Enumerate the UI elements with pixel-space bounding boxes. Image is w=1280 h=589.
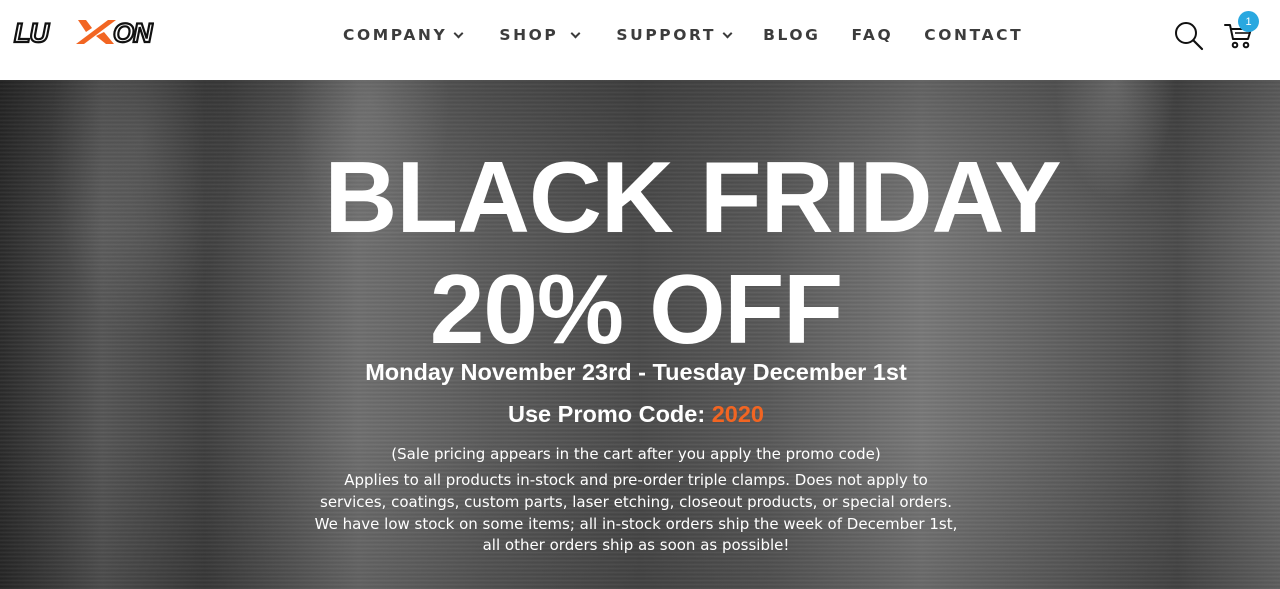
promo-label: Use Promo Code: bbox=[508, 401, 712, 427]
pricing-note: (Sale pricing appears in the cart after … bbox=[391, 445, 881, 463]
promo-line: Use Promo Code: 2020 bbox=[0, 401, 1272, 428]
luxon-logo[interactable]: LU ON bbox=[12, 18, 154, 54]
search-button[interactable] bbox=[1174, 21, 1204, 51]
nav-support-label: SUPPORT bbox=[616, 26, 717, 44]
cart-count-badge[interactable]: 1 bbox=[1238, 11, 1259, 32]
main-nav: COMPANY SHOP SUPPORT BLOG FAQ CONTACT bbox=[343, 0, 1023, 70]
hero-discount: 20% OFF bbox=[429, 254, 843, 364]
nav-contact[interactable]: CONTACT bbox=[924, 26, 1023, 44]
nav-shop-label: SHOP bbox=[499, 26, 559, 44]
nav-support[interactable]: SUPPORT bbox=[616, 26, 733, 44]
nav-blog[interactable]: BLOG bbox=[763, 26, 820, 44]
svg-text:ON: ON bbox=[113, 18, 153, 48]
chevron-down-icon bbox=[453, 28, 464, 38]
svg-text:LU: LU bbox=[14, 18, 50, 48]
black-friday-hero: BLACK FRIDAY 20% OFF Monday November 23r… bbox=[0, 80, 1280, 589]
luxon-logo-mark: LU ON bbox=[13, 18, 154, 49]
sale-details: Applies to all products in-stock and pre… bbox=[314, 471, 958, 555]
nav-blog-label: BLOG bbox=[763, 26, 821, 44]
nav-faq[interactable]: FAQ bbox=[852, 26, 894, 44]
nav-company[interactable]: COMPANY bbox=[343, 26, 464, 44]
nav-faq-label: FAQ bbox=[851, 26, 894, 44]
chevron-down-icon bbox=[570, 28, 581, 38]
sale-dates: Monday November 23rd - Tuesday December … bbox=[365, 359, 907, 385]
chevron-down-icon bbox=[722, 28, 733, 38]
search-icon bbox=[1175, 22, 1204, 51]
nav-contact-label: CONTACT bbox=[924, 26, 1024, 44]
hero-headline: BLACK FRIDAY bbox=[324, 142, 1061, 254]
nav-company-label: COMPANY bbox=[343, 26, 448, 44]
site-header: LU ON COMPANY SHOP SUPPORT BLOG FAQ CONT… bbox=[0, 0, 1280, 80]
nav-shop[interactable]: SHOP bbox=[499, 26, 581, 44]
promo-code: 2020 bbox=[711, 401, 764, 427]
